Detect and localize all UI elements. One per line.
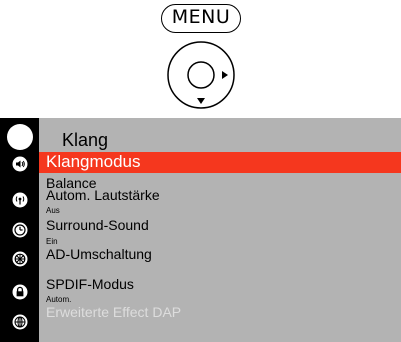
menu-item-klangmodus[interactable]: Klangmodus: [46, 152, 141, 172]
menu-item-ad-umschaltung[interactable]: AD-Umschaltung: [46, 246, 152, 262]
speaker-icon[interactable]: [0, 156, 39, 172]
broadcast-icon[interactable]: [0, 192, 39, 208]
menu-item-value: Ein: [46, 237, 58, 246]
menu-item-autom-lautstaerke[interactable]: Autom. Lautstärke: [46, 187, 160, 203]
menu-title: Klang: [62, 130, 109, 150]
menu-key[interactable]: MENU: [161, 4, 241, 33]
arrow-down-icon: [197, 98, 205, 104]
menu-item-value: Aus: [46, 206, 60, 215]
menu-item-spdif-modus[interactable]: SPDIF-Modus: [46, 276, 134, 292]
picture-icon[interactable]: [0, 122, 39, 152]
globe-icon[interactable]: [0, 314, 39, 330]
menu-sidebar: [0, 118, 39, 342]
arrow-right-icon: [222, 71, 228, 79]
settings-wheel-icon[interactable]: [0, 251, 39, 267]
clock-icon[interactable]: [0, 222, 39, 238]
menu-item-erweiterte-effect-dap: Erweiterte Effect DAP: [46, 304, 182, 320]
menu-item-value: Autom.: [46, 295, 72, 304]
sound-menu: Klang Klangmodus Balance Autom. Lautstär…: [0, 118, 401, 342]
nav-pad-icon[interactable]: [166, 40, 236, 110]
menu-item-surround-sound[interactable]: Surround-Sound: [46, 217, 149, 233]
lock-icon[interactable]: [0, 284, 39, 300]
